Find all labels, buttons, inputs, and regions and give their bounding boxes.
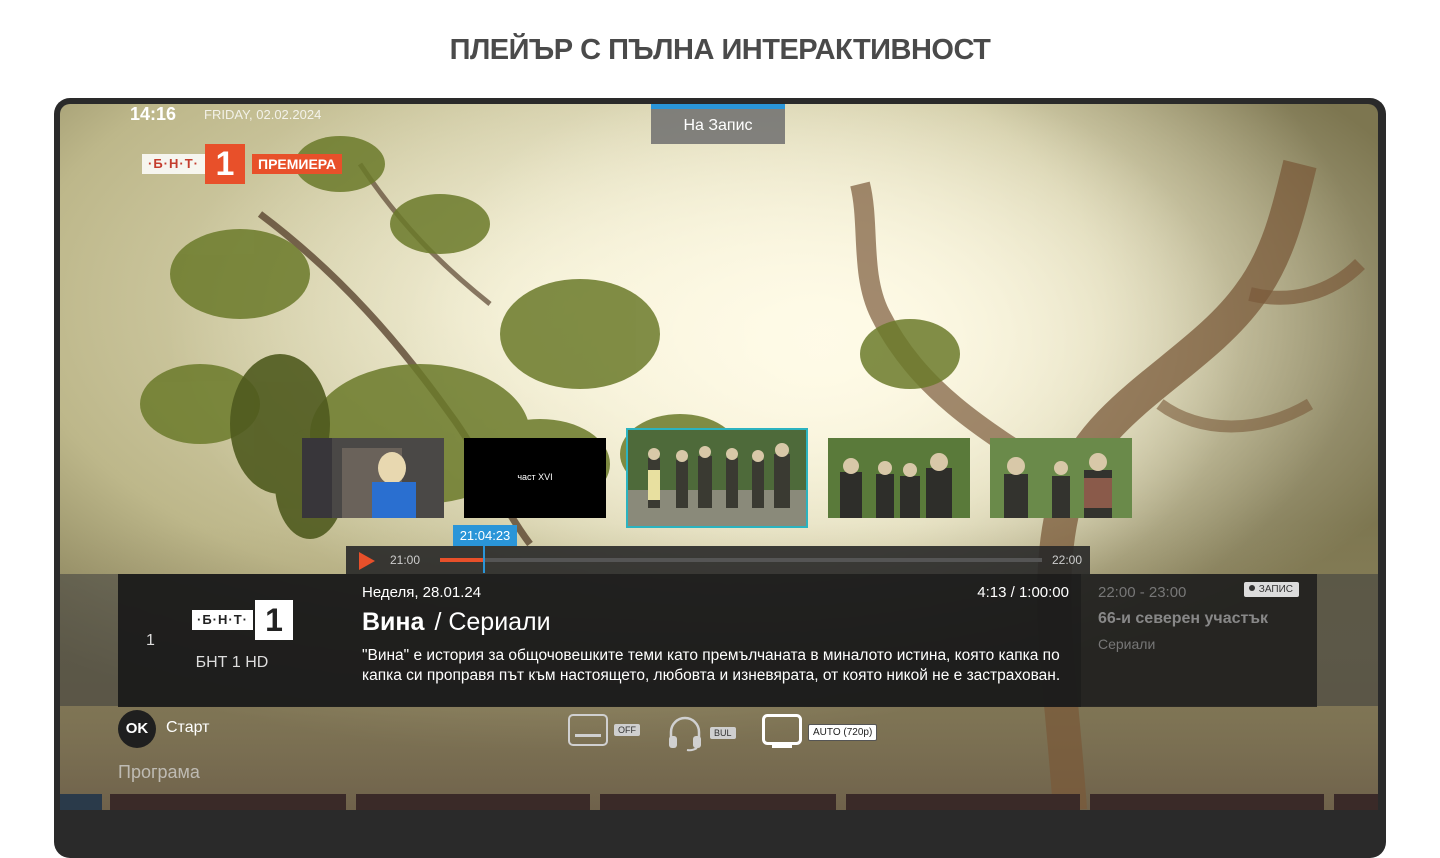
subtitles-chip: OFF (614, 724, 640, 736)
program-section-label: Програма (118, 762, 200, 782)
program-tile[interactable] (110, 794, 346, 810)
program-title: Вина (362, 608, 425, 636)
bnt-logo-text: ·Б·Н·Т· (142, 154, 205, 174)
quality-chip: AUTO (720p) (808, 723, 878, 741)
headphones-icon (669, 716, 701, 752)
next-program-time: 22:00 - 23:00 (1098, 584, 1187, 601)
channel-number: 1 (146, 632, 155, 649)
seek-progress (440, 558, 484, 562)
subtitles-control[interactable]: OFF (568, 714, 640, 746)
record-badge: ЗАПИС (1243, 582, 1299, 597)
play-icon[interactable] (359, 552, 375, 570)
clock: 14:16 (130, 104, 177, 124)
program-date: Неделя, 28.01.24 (362, 584, 482, 601)
program-tile[interactable] (1090, 794, 1324, 810)
premiere-tag: ПРЕМИЕРА (252, 154, 343, 174)
next-program-panel[interactable]: 22:00 - 23:00 ЗАПИС 66-и северен участък… (1081, 574, 1317, 707)
audio-control[interactable]: BUL (666, 714, 736, 752)
program-tile[interactable] (846, 794, 1080, 810)
broadcast-logo: ·Б·Н·Т· 1 ПРЕМИЕРА (142, 144, 343, 184)
channel-panel: 1 ·Б·Н·Т· 1 БНТ 1 HD (118, 574, 346, 707)
program-panel: Неделя, 28.01.24 4:13 / 1:00:00 Вина / Се… (346, 574, 1081, 707)
seek-handle[interactable] (483, 545, 485, 573)
ok-button[interactable]: OK (118, 710, 156, 748)
seek-start-time: 21:00 (390, 553, 421, 567)
preview-thumbnail[interactable]: част XVI (464, 438, 606, 518)
quality-control[interactable]: AUTO (720p) (762, 714, 878, 750)
program-elapsed: 4:13 / 1:00:00 (977, 584, 1069, 601)
player-screen[interactable]: 14:16 FRIDAY, 02.02.2024 На Запис ·Б·Н·Т… (60, 104, 1378, 810)
program-tile[interactable] (1334, 794, 1378, 810)
record-dot-icon (1248, 585, 1255, 591)
record-tab[interactable]: На Запис (651, 104, 785, 144)
program-genre: / Сериали (434, 608, 551, 636)
program-tile[interactable] (600, 794, 836, 810)
audio-chip: BUL (710, 727, 736, 739)
preview-image (990, 438, 1132, 518)
program-heading: Вина / Сериали (362, 608, 551, 637)
ok-label: Старт (166, 719, 210, 736)
channel-logo: ·Б·Н·Т· 1 (192, 600, 293, 640)
preview-thumbnail[interactable] (990, 438, 1132, 518)
program-strip (60, 794, 1378, 810)
seek-track[interactable] (440, 545, 1042, 573)
channel-name: БНТ 1 HD (195, 654, 269, 671)
seek-bar[interactable]: 21:00 22:00 (346, 545, 1090, 574)
seek-end-time: 22:00 (1051, 553, 1082, 567)
program-description: "Вина" е история за общочовешките теми к… (362, 647, 1061, 684)
date: FRIDAY, 02.02.2024 (204, 107, 322, 122)
thumbnail-label: част XVI (517, 472, 553, 482)
seek-time-bubble: 21:04:23 (453, 525, 517, 546)
page-title: ПЛЕЙЪР С ПЪЛНА ИНТЕРАКТИВНОСТ (449, 34, 991, 66)
channel-logo-number: 1 (255, 600, 293, 640)
subtitles-icon (568, 714, 608, 746)
bnt-logo-number: 1 (205, 144, 245, 184)
preview-thumbnail[interactable] (302, 438, 444, 518)
record-badge-label: ЗАПИС (1258, 584, 1293, 595)
preview-thumbnail-selected[interactable] (626, 428, 808, 528)
program-tile[interactable] (356, 794, 590, 810)
program-tile[interactable] (60, 794, 102, 810)
next-program-genre: Сериали (1098, 636, 1156, 652)
channel-logo-text: ·Б·Н·Т· (192, 610, 253, 630)
preview-thumbnail[interactable] (828, 438, 970, 518)
preview-image (302, 438, 444, 518)
preview-image (628, 430, 806, 526)
preview-image (828, 438, 970, 518)
tv-icon (762, 714, 802, 748)
next-program-title: 66-и северен участък (1098, 610, 1268, 627)
